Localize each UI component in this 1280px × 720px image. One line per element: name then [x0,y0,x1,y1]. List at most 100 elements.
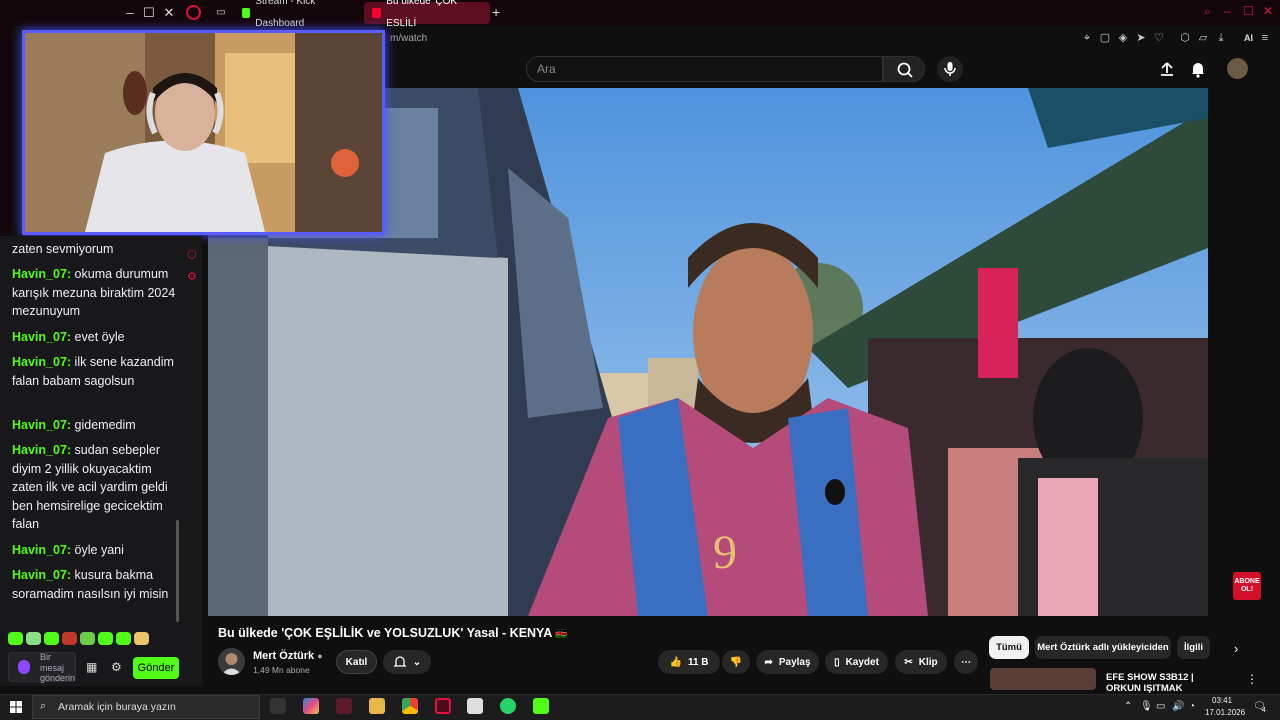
opera-logo-icon[interactable] [186,5,201,20]
chat-username[interactable]: Havin_07: [12,568,71,582]
window-minimize-icon[interactable]: – [1224,4,1231,18]
new-tab-button[interactable]: + [492,4,500,20]
window-maximize-icon[interactable]: ☐ [1243,4,1254,18]
tab-overview-icon[interactable]: ▭ [212,4,230,22]
chat-username[interactable]: Havin_07: [12,543,71,557]
search-icon: ⌕ [40,700,47,712]
snapshot-icon[interactable]: ▢ [1098,31,1112,45]
chat-scrollbar[interactable] [176,520,179,622]
pin-icon[interactable]: ⌖ [1080,31,1094,45]
emote-icon[interactable] [26,632,41,645]
opera-icon[interactable] [435,698,451,714]
maximize-icon[interactable]: ☐ [140,4,158,22]
verified-icon: ● [317,651,323,661]
whatsapp-icon[interactable] [500,698,516,714]
pin-message-icon[interactable]: ⬡ [187,248,197,261]
chat-username[interactable]: Havin_07: [12,330,71,344]
recommendation-title[interactable]: EFE SHOW S3B12 | ORKUN IŞITMAK [1106,672,1226,694]
send-icon[interactable]: ➤ [1134,31,1148,45]
chat-username[interactable]: Havin_07: [12,355,71,369]
emote-icon[interactable] [134,632,149,645]
download-icon[interactable]: ⤓ [1214,31,1228,45]
avatar[interactable] [1227,58,1248,79]
kick-icon[interactable] [533,698,549,714]
emote-icon[interactable] [8,632,23,645]
shield-icon[interactable]: ◈ [1116,31,1130,45]
heart-icon[interactable]: ♡ [1152,31,1166,45]
chat-message-text: gidemedim [74,418,136,432]
clip-label: Klip [918,656,938,668]
tab-kick-dashboard[interactable]: Stream - Kick Dashboard [234,0,356,29]
chat-username[interactable]: Havin_07: [12,267,71,281]
extensions-icon[interactable]: ⬡ [1178,31,1192,45]
volume-icon[interactable]: 🔊 [1172,701,1184,712]
bell-icon [1192,63,1204,78]
window-close-icon[interactable]: ✕ [1263,4,1273,18]
subscribe-bell-button[interactable]: ⌄ [383,650,431,674]
bookmark-icon: ▯ [834,656,840,668]
upload-button[interactable] [1158,60,1176,83]
subscribe-badge[interactable]: ABONE OL! [1233,572,1261,600]
network-icon[interactable]: ▭ [1156,701,1165,712]
gift-icon[interactable]: ▦ [86,660,97,674]
copilot-icon[interactable] [303,698,319,714]
app-icon[interactable] [336,698,352,714]
file-explorer-icon[interactable] [369,698,385,714]
url-text[interactable]: m/watch [390,33,427,44]
emote-icon[interactable] [62,632,77,645]
clip-button[interactable]: ✂ Klip [895,650,947,674]
save-button[interactable]: ▯ Kaydet [825,650,888,674]
chevron-down-icon: ⌄ [412,656,422,668]
share-button[interactable]: ➦ Paylaş [756,650,819,674]
channel-name[interactable]: Mert Öztürk ● [253,650,323,662]
youtube-icon [372,8,382,18]
battery-icon[interactable]: ◔ [1189,701,1195,712]
flag-emoji: 🇰🇪 [555,629,568,640]
chat-message-text: evet öyle [74,330,125,344]
chip-uploader[interactable]: Mert Öztürk adlı yükleyiciden [1035,636,1171,659]
minimize-icon[interactable]: – [121,4,139,22]
chevron-right-icon[interactable]: › [1234,641,1238,656]
menu-icon[interactable]: ≡ [1258,31,1272,45]
search-button[interactable] [883,56,925,82]
chrome-icon[interactable] [402,698,418,714]
microphone-icon[interactable]: 🎙 [1140,701,1153,712]
notification-count: 4 [1262,707,1266,714]
chat-username[interactable]: Havin_07: [12,418,71,432]
chip-all[interactable]: Tümü [989,636,1029,659]
chat-username[interactable]: Havin_07: [12,443,71,457]
voice-search-button[interactable] [937,56,963,82]
ai-button[interactable]: AI [1244,33,1253,43]
emote-icon[interactable] [44,632,59,645]
windows-start-icon[interactable] [10,700,22,713]
search-input[interactable] [526,56,883,82]
send-button[interactable]: Gönder [133,657,179,679]
tab-youtube-video[interactable]: Bu ülkede 'ÇOK EŞLİLİ [364,0,490,29]
close-icon[interactable]: ✕ [160,4,178,22]
clock-date[interactable]: 17.01.2026 [1205,708,1245,717]
channel-avatar[interactable] [218,648,245,675]
emote-icon[interactable] [80,632,95,645]
more-actions-button[interactable]: ⋯ [954,650,978,674]
more-vert-icon[interactable]: ⋮ [1246,672,1258,686]
microphone-icon[interactable] [18,660,30,674]
search-tabs-icon[interactable]: ⌕ [1204,4,1211,19]
notifications-button[interactable] [1189,60,1207,83]
settings-icon[interactable]: ⚙ [187,270,197,283]
app-icon-2[interactable] [467,698,483,714]
dislike-button[interactable]: 👎 [722,650,750,674]
microphone-icon [944,62,956,76]
task-view-icon[interactable] [270,698,286,714]
join-button[interactable]: Katıl [336,650,377,674]
recommendation-thumbnail[interactable] [990,668,1096,690]
scissors-icon: ✂ [904,656,913,668]
folder-icon[interactable]: ▱ [1196,31,1210,45]
chevron-up-icon[interactable]: ⌃ [1124,701,1132,712]
chip-related[interactable]: İlgili [1177,636,1210,659]
emote-icon[interactable] [116,632,131,645]
chat-message-text: öyle yani [74,543,124,557]
like-button[interactable]: 👍 11 B [658,650,720,674]
emote-icon[interactable] [98,632,113,645]
chat-settings-icon[interactable]: ⚙ [111,660,122,674]
clock-time[interactable]: 03:41 [1212,696,1232,705]
